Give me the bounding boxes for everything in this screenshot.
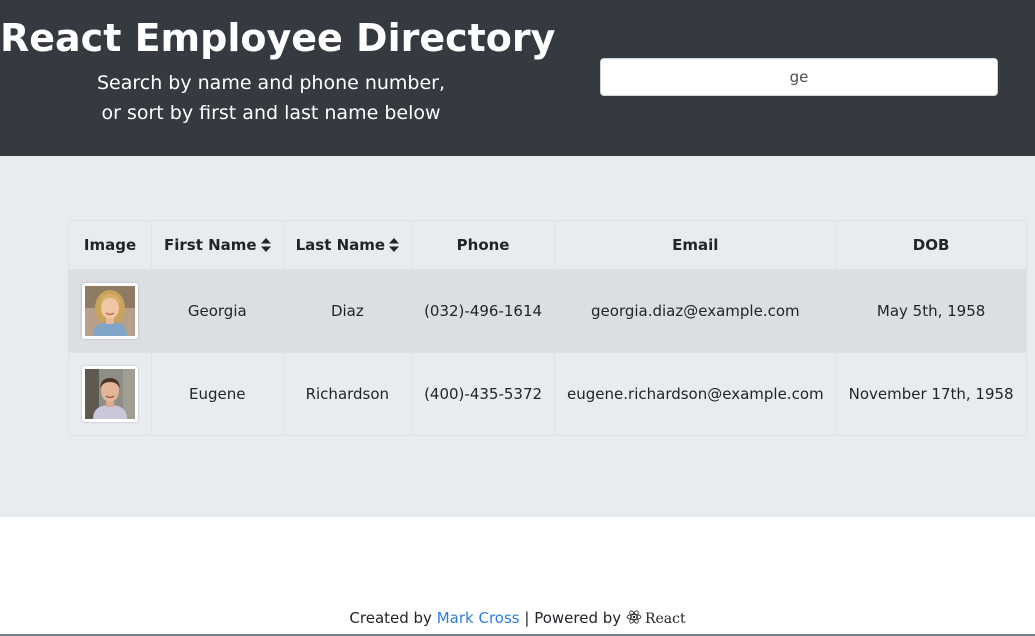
dob-cell: November 17th, 1958 bbox=[835, 352, 1027, 436]
author-link[interactable]: Mark Cross bbox=[437, 609, 520, 627]
last-name-cell: Richardson bbox=[282, 352, 413, 436]
column-header-image: Image bbox=[68, 220, 152, 270]
column-header-last-name-label: Last Name bbox=[295, 236, 386, 254]
table-row: Eugene Richardson (400)-435-5372 eugene.… bbox=[68, 352, 1027, 436]
last-name-cell: Diaz bbox=[282, 269, 413, 353]
subtitle-line-1: Search by name and phone number, bbox=[96, 72, 446, 94]
react-logo-icon bbox=[626, 610, 642, 624]
column-header-email: Email bbox=[554, 220, 837, 270]
phone-cell: (400)-435-5372 bbox=[411, 352, 556, 436]
image-cell bbox=[68, 352, 152, 436]
employee-table: Image First Name Last Name Phone Email D… bbox=[68, 220, 1027, 436]
footer-separator: | bbox=[524, 609, 530, 627]
page-subtitle: Search by name and phone number, or sort… bbox=[0, 68, 542, 128]
footer: Created by Mark Cross | Powered by React bbox=[0, 608, 1035, 629]
email-cell: georgia.diaz@example.com bbox=[554, 269, 837, 353]
column-header-phone: Phone bbox=[411, 220, 556, 270]
subtitle-line-2: or sort by first and last name below bbox=[101, 102, 441, 124]
column-header-first-name-label: First Name bbox=[164, 236, 257, 254]
avatar bbox=[82, 283, 138, 339]
first-name-cell: Eugene bbox=[151, 352, 284, 436]
dob-cell: May 5th, 1958 bbox=[835, 269, 1027, 353]
page-title: React Employee Directory bbox=[0, 16, 556, 60]
employee-photo bbox=[85, 286, 135, 336]
react-brand-label: React bbox=[644, 611, 686, 627]
header: React Employee Directory Search by name … bbox=[0, 0, 1035, 156]
sort-icon[interactable] bbox=[389, 238, 400, 252]
column-header-dob: DOB bbox=[835, 220, 1027, 270]
search-input[interactable] bbox=[600, 58, 998, 96]
table-header-row: Image First Name Last Name Phone Email D… bbox=[68, 220, 1027, 270]
email-cell: eugene.richardson@example.com bbox=[554, 352, 837, 436]
column-header-first-name[interactable]: First Name bbox=[151, 220, 284, 270]
main-content: Image First Name Last Name Phone Email D… bbox=[0, 156, 1035, 517]
table-row: Georgia Diaz (032)-496-1614 georgia.diaz… bbox=[68, 269, 1027, 353]
employee-photo bbox=[85, 369, 135, 419]
avatar bbox=[82, 366, 138, 422]
image-cell bbox=[68, 269, 152, 353]
sort-icon[interactable] bbox=[260, 238, 271, 252]
phone-cell: (032)-496-1614 bbox=[411, 269, 556, 353]
footer-created-by: Created by bbox=[349, 609, 432, 627]
footer-powered-by: Powered by bbox=[534, 609, 622, 627]
first-name-cell: Georgia bbox=[151, 269, 284, 353]
column-header-last-name[interactable]: Last Name bbox=[282, 220, 413, 270]
